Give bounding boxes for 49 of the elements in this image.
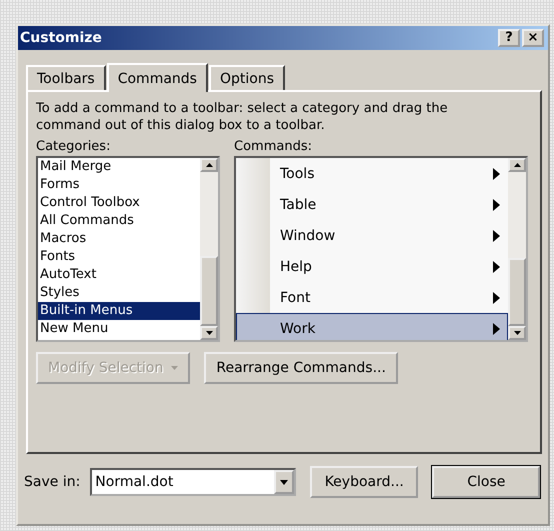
scroll-down-button[interactable] bbox=[200, 326, 218, 340]
command-item[interactable]: Font bbox=[236, 282, 508, 313]
category-item[interactable]: AutoText bbox=[38, 266, 200, 284]
save-in-label: Save in: bbox=[24, 473, 80, 491]
window-title: Customize bbox=[20, 30, 102, 46]
submenu-arrow-icon bbox=[493, 322, 500, 334]
commands-list[interactable]: Tools Table Window Help Font Work bbox=[234, 156, 528, 342]
button[interactable]: Rearrange Commands... bbox=[204, 352, 398, 384]
category-item[interactable]: All Commands bbox=[38, 212, 200, 230]
up-arrow-icon bbox=[514, 163, 520, 167]
down-arrow-icon bbox=[514, 331, 520, 335]
scroll-up-button[interactable] bbox=[508, 158, 526, 172]
scroll-up-button[interactable] bbox=[200, 158, 218, 172]
scrollbar-thumb[interactable] bbox=[200, 256, 218, 326]
submenu-arrow-icon bbox=[493, 292, 500, 304]
submenu-arrow-icon bbox=[493, 168, 500, 180]
caret-icon bbox=[171, 366, 178, 370]
category-item[interactable]: Styles bbox=[38, 284, 200, 302]
category-item[interactable]: Fonts bbox=[38, 248, 200, 266]
command-item[interactable]: Tools bbox=[236, 158, 508, 189]
tab[interactable]: Options bbox=[208, 65, 285, 90]
close-button[interactable]: × bbox=[522, 29, 544, 47]
category-item[interactable]: Built-in Menus bbox=[38, 302, 200, 320]
command-item[interactable]: Help bbox=[236, 251, 508, 282]
category-item[interactable]: Mail Merge bbox=[38, 158, 200, 176]
submenu-arrow-icon bbox=[493, 260, 500, 272]
category-item[interactable]: Macros bbox=[38, 230, 200, 248]
up-arrow-icon bbox=[206, 163, 212, 167]
submenu-arrow-icon bbox=[493, 230, 500, 242]
scrollbar-thumb[interactable] bbox=[508, 258, 526, 326]
down-arrow-icon bbox=[206, 331, 212, 335]
instructions-text: To add a command to a toolbar: select a category and drag the command out of this dialog box to a toolbar. bbox=[36, 100, 449, 134]
tab[interactable]: Commands bbox=[106, 63, 208, 92]
help-button[interactable]: ? bbox=[498, 29, 520, 47]
categories-list[interactable]: Mail Merge Forms Control Toolbox All Commands Macros Fonts AutoText Styles Built-in Menus New Menu bbox=[36, 156, 220, 342]
commands-label: Commands: bbox=[234, 138, 313, 156]
command-item[interactable]: Work bbox=[236, 313, 508, 340]
category-item[interactable]: Control Toolbox bbox=[38, 194, 200, 212]
command-item[interactable]: Table bbox=[236, 189, 508, 220]
command-item[interactable]: Window bbox=[236, 220, 508, 251]
submenu-arrow-icon bbox=[493, 198, 500, 210]
button[interactable]: Keyboard... bbox=[310, 466, 418, 498]
scroll-down-button[interactable] bbox=[508, 326, 526, 340]
save-in-dropdown[interactable]: Normal.dot bbox=[90, 468, 296, 496]
tab[interactable]: Toolbars bbox=[26, 65, 106, 90]
categories-label: Categories: bbox=[36, 138, 112, 156]
category-item[interactable]: Forms bbox=[38, 176, 200, 194]
category-item[interactable]: New Menu bbox=[38, 320, 200, 338]
button[interactable]: Close bbox=[432, 466, 540, 498]
